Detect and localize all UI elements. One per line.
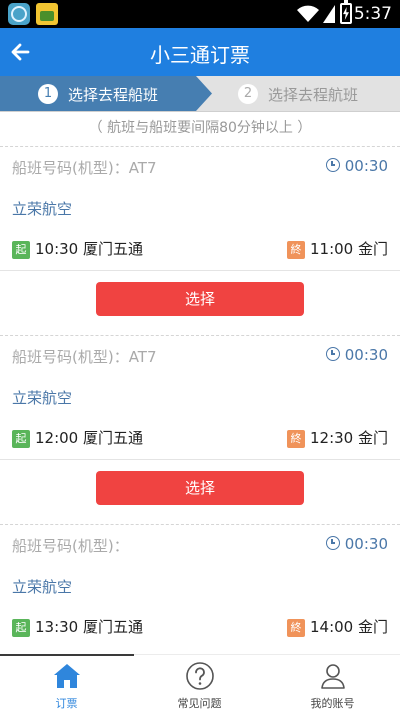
duration-value: 00:30 <box>344 535 388 553</box>
question-icon <box>186 662 214 690</box>
trip-duration: 00:30 <box>325 346 388 364</box>
store-notification-icon <box>36 3 58 25</box>
arrive-badge: 終 <box>287 430 305 448</box>
step-1-label: 选择去程船班 <box>68 86 159 104</box>
departure: 起 10:30 厦门五通 <box>12 238 143 259</box>
trip-duration: 00:30 <box>325 157 388 175</box>
departure: 起 12:00 厦门五通 <box>12 427 143 448</box>
status-time: 5:37 <box>353 4 392 24</box>
wifi-icon <box>297 5 319 22</box>
ferry-code: 船班号码(机型)： <box>12 537 129 555</box>
signal-icon <box>323 5 335 23</box>
departure-text: 12:00 厦门五通 <box>35 429 143 447</box>
departure: 起 13:30 厦门五通 <box>12 616 143 637</box>
ferry-code: 船班号码(机型)：AT7 <box>12 159 157 177</box>
tab-booking[interactable]: 订票 <box>0 655 133 710</box>
clock-icon <box>325 347 340 361</box>
arrival: 終 12:30 金门 <box>287 427 388 448</box>
battery-icon <box>340 0 352 24</box>
step-2-label: 选择去程航班 <box>268 86 359 104</box>
arrive-badge: 終 <box>287 241 305 259</box>
tab-faq[interactable]: 常见问题 <box>133 655 266 710</box>
app-bar: 小三通订票 <box>0 28 400 76</box>
duration-value: 00:30 <box>344 157 388 175</box>
depart-badge: 起 <box>12 241 30 259</box>
arrival-text: 11:00 金门 <box>310 240 388 258</box>
user-icon <box>321 664 345 689</box>
step-2-number: 2 <box>238 84 258 104</box>
bottom-tab-bar: 订票 常见问题 我的账号 <box>0 654 400 710</box>
airline-name: 立荣航空 <box>12 578 73 596</box>
airline-name: 立荣航空 <box>12 389 73 407</box>
duration-value: 00:30 <box>344 346 388 364</box>
tab-account-label: 我的账号 <box>310 697 355 710</box>
card-divider <box>0 524 400 525</box>
depart-badge: 起 <box>12 430 30 448</box>
tab-booking-label: 订票 <box>55 697 78 710</box>
arrive-badge: 終 <box>287 619 305 637</box>
home-icon <box>54 664 80 688</box>
select-button[interactable]: 选择 <box>96 282 304 316</box>
ferry-code: 船班号码(机型)：AT7 <box>12 348 157 366</box>
card-divider <box>0 146 400 147</box>
clock-icon <box>325 536 340 550</box>
step-1-number: 1 <box>38 84 58 104</box>
row-separator <box>0 459 400 460</box>
arrival: 終 11:00 金门 <box>287 238 388 259</box>
step-indicator: 1 选择去程船班 2 选择去程航班 <box>0 76 400 112</box>
departure-text: 10:30 厦门五通 <box>35 240 143 258</box>
interval-note: （ 航班与船班要间隔80分钟以上 ） <box>88 120 312 136</box>
trip-duration: 00:30 <box>325 535 388 553</box>
clock-icon <box>325 158 340 172</box>
arrival: 終 14:00 金门 <box>287 616 388 637</box>
departure-text: 13:30 厦门五通 <box>35 618 143 636</box>
app-notification-icon <box>8 3 30 25</box>
tab-account[interactable]: 我的账号 <box>266 655 399 710</box>
arrival-text: 14:00 金门 <box>310 618 388 636</box>
depart-badge: 起 <box>12 619 30 637</box>
card-divider <box>0 335 400 336</box>
tab-faq-label: 常见问题 <box>177 697 222 710</box>
status-bar: 5:37 <box>0 0 400 28</box>
select-button[interactable]: 选择 <box>96 471 304 505</box>
row-separator <box>0 270 400 271</box>
airline-name: 立荣航空 <box>12 200 73 218</box>
arrival-text: 12:30 金门 <box>310 429 388 447</box>
page-title: 小三通订票 <box>150 43 250 67</box>
